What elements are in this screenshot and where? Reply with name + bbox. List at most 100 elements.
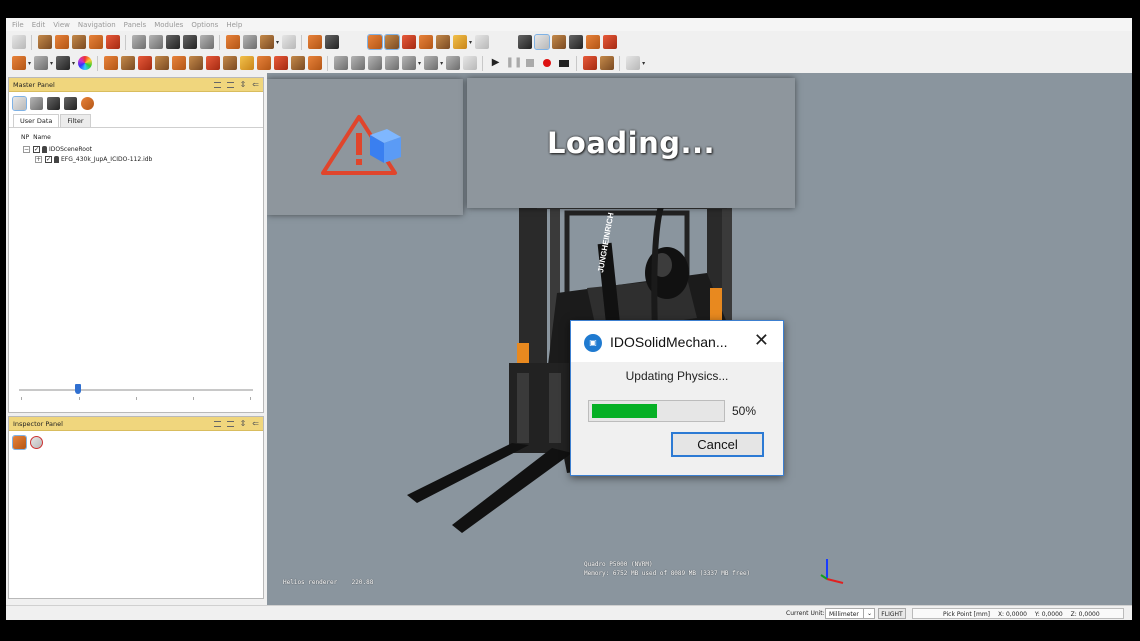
dock-arrow-icon[interactable]: ⇐ — [252, 78, 259, 92]
pen-icon[interactable] — [33, 56, 48, 70]
hand-icon[interactable] — [290, 56, 305, 70]
refresh-icon[interactable] — [81, 96, 94, 110]
chevron-down-icon[interactable]: ▾ — [72, 60, 75, 67]
binoculars-icon[interactable] — [47, 96, 60, 110]
list-icon[interactable] — [213, 82, 221, 88]
menu-view[interactable]: View — [49, 21, 74, 29]
posture-icon[interactable] — [383, 34, 400, 50]
camera-icon[interactable] — [64, 96, 77, 110]
move-icon[interactable] — [242, 35, 257, 49]
tab-user-data[interactable]: User Data — [13, 114, 60, 127]
chevron-down-icon[interactable]: ▾ — [469, 39, 472, 46]
person-icon[interactable] — [585, 35, 600, 49]
tool-icon[interactable] — [551, 35, 566, 49]
fly-icon[interactable] — [423, 56, 438, 70]
group-icon[interactable] — [120, 56, 135, 70]
zoom-in-icon[interactable] — [367, 56, 382, 70]
manikin-icon[interactable] — [366, 34, 383, 50]
tree-view-icon[interactable] — [12, 95, 27, 111]
cut-icon[interactable] — [165, 35, 180, 49]
layout-icon[interactable] — [474, 35, 489, 49]
grid-icon[interactable] — [350, 56, 365, 70]
align-icon[interactable] — [333, 56, 348, 70]
export-icon[interactable] — [88, 35, 103, 49]
bookmark-icon[interactable] — [273, 56, 288, 70]
measure-icon[interactable] — [568, 35, 583, 49]
light-icon[interactable] — [188, 56, 203, 70]
columns-icon[interactable] — [226, 82, 234, 88]
play-icon[interactable]: ▶ — [489, 56, 503, 70]
slider-handle[interactable] — [75, 384, 81, 394]
menu-file[interactable]: File — [8, 21, 28, 29]
crosshair-icon[interactable] — [30, 435, 43, 449]
copy-icon[interactable] — [182, 35, 197, 49]
camera-icon[interactable] — [324, 35, 339, 49]
pdf-icon[interactable] — [105, 35, 120, 49]
tree-zoom-slider[interactable] — [19, 389, 253, 391]
scene-icon[interactable] — [103, 56, 118, 70]
tree-node-model[interactable]: + ✓ EFG_430k_JupA_ICIDO-112.idb — [35, 154, 263, 164]
select-icon[interactable] — [225, 35, 240, 49]
material-icon[interactable] — [137, 56, 152, 70]
columns-icon[interactable] — [226, 421, 234, 427]
video-camera-icon[interactable] — [557, 56, 571, 70]
import-icon[interactable] — [37, 35, 52, 49]
list-view-icon[interactable] — [30, 96, 43, 110]
tab-filter[interactable]: Filter — [60, 114, 91, 127]
tree-expander-icon[interactable]: − — [23, 145, 30, 153]
document-icon[interactable] — [462, 56, 477, 70]
shading-icon[interactable] — [55, 56, 70, 70]
manikin-icon[interactable] — [12, 434, 27, 450]
chevron-down-icon[interactable]: ▾ — [50, 60, 53, 67]
color-icon[interactable] — [452, 35, 467, 49]
sound-icon[interactable] — [239, 56, 254, 70]
flight-mode-button[interactable]: FLIGHT — [878, 608, 906, 619]
menu-options[interactable]: Options — [187, 21, 222, 29]
assembly-icon[interactable] — [154, 56, 169, 70]
animation-icon[interactable] — [401, 35, 416, 49]
pause-icon[interactable]: ❚❚ — [506, 56, 523, 70]
physics-icon[interactable] — [435, 35, 450, 49]
collision-icon[interactable] — [602, 35, 617, 49]
load-model-icon[interactable] — [54, 35, 69, 49]
pin-icon[interactable]: ⇕ — [240, 417, 247, 431]
stop-icon[interactable] — [523, 56, 537, 70]
variant-icon[interactable] — [256, 56, 271, 70]
arc-icon[interactable] — [307, 35, 322, 49]
menu-navigation[interactable]: Navigation — [74, 21, 120, 29]
undo-icon[interactable] — [131, 35, 146, 49]
avatar-icon[interactable] — [582, 56, 597, 70]
chevron-down-icon[interactable]: ▾ — [440, 60, 443, 67]
menu-panels[interactable]: Panels — [120, 21, 151, 29]
check-icon[interactable] — [533, 34, 550, 50]
texture-icon[interactable] — [205, 56, 220, 70]
chevron-down-icon[interactable]: ▾ — [276, 39, 279, 46]
tree-node-scene-root[interactable]: − ✓ IDOSceneRoot — [23, 144, 263, 154]
tree-checkbox[interactable]: ✓ — [33, 145, 40, 153]
clip-plane-icon[interactable] — [401, 56, 416, 70]
dock-arrow-icon[interactable]: ⇐ — [252, 417, 259, 431]
cancel-button[interactable]: Cancel — [671, 432, 764, 457]
script-icon[interactable] — [599, 56, 614, 70]
snapshot-icon[interactable] — [281, 35, 296, 49]
save-scene-icon[interactable] — [71, 35, 86, 49]
menu-help[interactable]: Help — [222, 21, 246, 29]
gear-icon[interactable] — [307, 56, 322, 70]
record-icon[interactable] — [540, 56, 554, 70]
open-file-icon[interactable] — [11, 35, 26, 49]
menu-modules[interactable]: Modules — [150, 21, 187, 29]
navigation-icon[interactable] — [11, 56, 26, 70]
close-icon[interactable]: ✕ — [754, 331, 769, 351]
part-icon[interactable] — [171, 56, 186, 70]
menu-edit[interactable]: Edit — [28, 21, 50, 29]
chevron-down-icon[interactable]: ▾ — [28, 60, 31, 67]
clipboard-icon[interactable] — [625, 56, 640, 70]
zoom-fit-icon[interactable] — [384, 56, 399, 70]
chevron-down-icon[interactable]: ▾ — [418, 60, 421, 67]
chevron-down-icon[interactable]: ⌄ — [863, 608, 875, 619]
box-icon[interactable] — [259, 35, 274, 49]
clip-icon[interactable] — [222, 56, 237, 70]
redo-icon[interactable] — [148, 35, 163, 49]
chevron-down-icon[interactable]: ▾ — [642, 60, 645, 67]
tree-checkbox[interactable]: ✓ — [45, 155, 52, 163]
